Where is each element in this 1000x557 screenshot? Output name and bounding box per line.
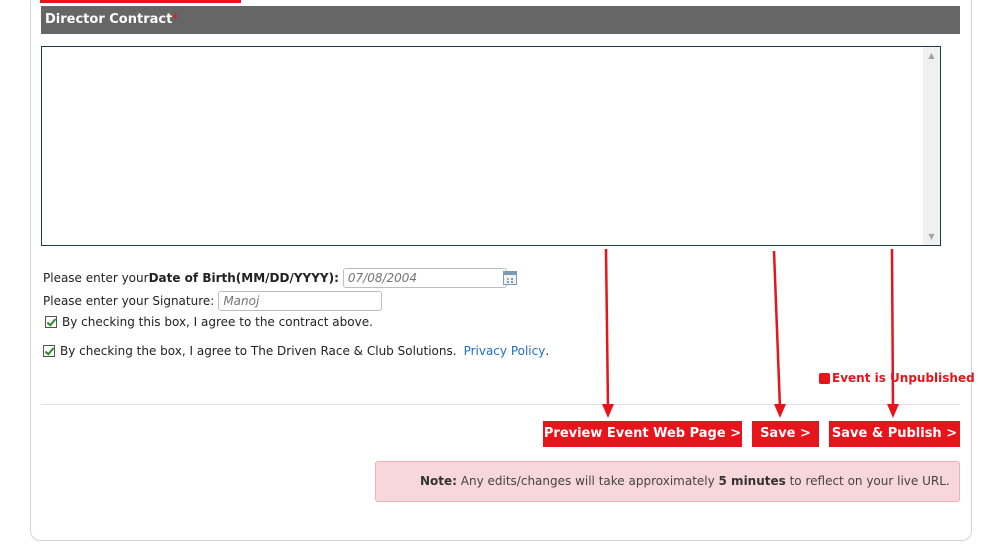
annotation-arrows — [602, 248, 899, 418]
arrow-to-publish — [887, 248, 899, 418]
arrow-to-save — [772, 250, 786, 418]
arrow-to-preview — [602, 248, 614, 418]
